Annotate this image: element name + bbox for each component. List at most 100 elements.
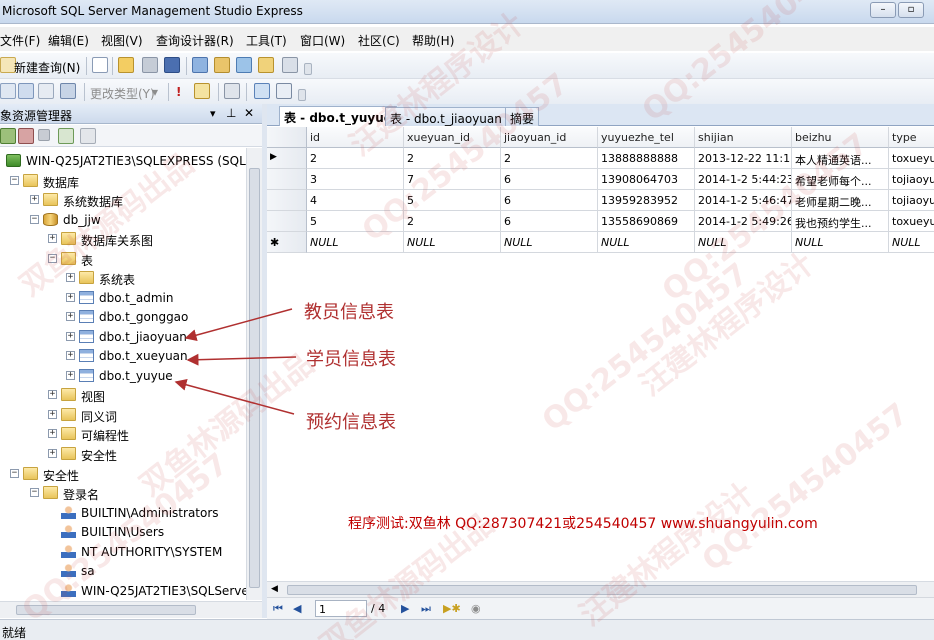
grid-cell-null[interactable]: NULL (598, 232, 695, 253)
grid-cell[interactable]: 3 (307, 169, 404, 190)
grid-cell-null[interactable]: NULL (501, 232, 598, 253)
sql-pane-icon[interactable] (38, 83, 54, 99)
chevron-down-icon[interactable]: ▾ (152, 85, 158, 99)
expand-icon[interactable]: + (66, 273, 75, 282)
grid-cell[interactable]: 6 (501, 211, 598, 232)
menu-view[interactable]: 视图(V) (101, 32, 143, 49)
grid-cell[interactable]: 13959283952 (598, 190, 695, 211)
column-header[interactable]: type (889, 127, 934, 148)
add-derived-table-icon[interactable] (276, 83, 292, 99)
properties-icon[interactable] (282, 57, 298, 73)
grid-cell[interactable]: 我也预约学生... (792, 211, 889, 232)
grid-cell[interactable]: 4 (307, 190, 404, 211)
verify-sql-icon[interactable] (194, 83, 210, 99)
new-file-icon[interactable] (92, 57, 108, 73)
execute-sql-icon[interactable]: ! (176, 85, 181, 99)
stop-icon[interactable]: ◉ (471, 602, 481, 615)
tab-yuyue[interactable]: 表 - dbo.t_yuyue (279, 106, 397, 126)
tab-jiaoyuan[interactable]: 表 - dbo.t_jiaoyuan (385, 107, 507, 126)
scrollbar-thumb[interactable] (249, 168, 260, 588)
open-folder-icon[interactable] (118, 57, 134, 73)
grid-cell[interactable]: 6 (501, 169, 598, 190)
first-record-icon[interactable]: ⏮ (273, 602, 283, 616)
grid-cell-null[interactable]: NULL (889, 232, 934, 253)
grid-cell[interactable]: 老师星期二晚... (792, 190, 889, 211)
restore-button[interactable]: ▫ (898, 2, 924, 18)
grid-cell[interactable]: 2 (501, 148, 598, 169)
filter-icon[interactable] (80, 128, 96, 144)
stop-icon[interactable] (38, 129, 50, 141)
scrollbar-thumb[interactable] (16, 605, 196, 615)
row-selector[interactable]: ▶ (267, 148, 307, 169)
menu-file[interactable]: 文件(F) (0, 32, 40, 49)
grid-cell[interactable]: 6 (501, 190, 598, 211)
column-header[interactable]: beizhu (792, 127, 889, 148)
add-table-icon[interactable] (254, 83, 270, 99)
toolbar-overflow-icon[interactable] (298, 89, 306, 101)
column-header[interactable]: id (307, 127, 404, 148)
row-selector[interactable] (267, 169, 307, 190)
scroll-left-icon[interactable]: ◀ (271, 584, 278, 594)
current-record-field[interactable]: 1 (315, 600, 367, 617)
expand-icon[interactable]: + (66, 351, 75, 360)
grid-cell[interactable]: 2014-1-2 5:46:47 (695, 190, 792, 211)
expand-icon[interactable]: + (66, 293, 75, 302)
expand-icon[interactable]: + (48, 449, 57, 458)
grid-cell[interactable]: tojiaoyu (889, 190, 934, 211)
object-explorer-vertical-scrollbar[interactable] (246, 148, 262, 600)
diagram-pane-icon[interactable] (0, 83, 16, 99)
row-selector[interactable] (267, 190, 307, 211)
grid-cell[interactable]: 2014-1-2 5:44:23 (695, 169, 792, 190)
registered-servers-icon[interactable] (214, 57, 230, 73)
grid-cell[interactable]: 7 (404, 169, 501, 190)
collapse-icon[interactable]: − (30, 488, 39, 497)
menu-query-designer[interactable]: 查询设计器(R) (156, 32, 234, 49)
grid-cell-null[interactable]: NULL (307, 232, 404, 253)
object-explorer-horizontal-scrollbar[interactable] (0, 601, 262, 618)
grid-cell[interactable]: 2014-1-2 5:49:26 (695, 211, 792, 232)
dropdown-icon[interactable]: ▾ (210, 107, 216, 120)
column-header[interactable]: yuyuezhe_tel (598, 127, 695, 148)
minimize-button[interactable]: – (870, 2, 896, 18)
last-record-icon[interactable]: ⏭ (421, 602, 431, 616)
grid-horizontal-scrollbar[interactable]: ◀ (267, 581, 934, 597)
toolbar-overflow-icon[interactable] (304, 63, 312, 75)
collapse-icon[interactable]: − (10, 469, 19, 478)
expand-icon[interactable]: + (48, 234, 57, 243)
menu-window[interactable]: 窗口(W) (300, 32, 345, 49)
grid-cell[interactable]: toxueyua (889, 211, 934, 232)
close-icon[interactable]: ✕ (244, 106, 254, 120)
scrollbar-thumb[interactable] (287, 585, 917, 595)
expand-icon[interactable]: + (48, 410, 57, 419)
menu-help[interactable]: 帮助(H) (412, 32, 454, 49)
expand-icon[interactable]: + (66, 371, 75, 380)
grid-cell[interactable]: tojiaoyu (889, 169, 934, 190)
menu-community[interactable]: 社区(C) (358, 32, 400, 49)
refresh-icon[interactable] (58, 128, 74, 144)
save-icon[interactable] (142, 57, 158, 73)
collapse-icon[interactable]: − (30, 215, 39, 224)
grid-cell[interactable]: 5 (307, 211, 404, 232)
disconnect-icon[interactable] (18, 128, 34, 144)
activity-monitor-icon[interactable] (192, 57, 208, 73)
menu-edit[interactable]: 编辑(E) (48, 32, 89, 49)
next-record-icon[interactable]: ▶ (401, 602, 409, 615)
grid-cell[interactable]: 希望老师每个... (792, 169, 889, 190)
expand-icon[interactable]: + (48, 390, 57, 399)
grid-cell[interactable]: 2 (307, 148, 404, 169)
row-selector[interactable] (267, 211, 307, 232)
grid-cell-null[interactable]: NULL (792, 232, 889, 253)
grid-cell[interactable]: 13558690869 (598, 211, 695, 232)
grid-cell[interactable]: 2 (404, 148, 501, 169)
column-header[interactable]: jiaoyuan_id (501, 127, 598, 148)
expand-icon[interactable]: + (48, 429, 57, 438)
change-type-dropdown[interactable]: 更改类型(Y) (90, 85, 155, 102)
new-record-icon[interactable]: ▶✱ (443, 602, 461, 615)
menu-tools[interactable]: 工具(T) (246, 32, 287, 49)
column-header[interactable]: xueyuan_id (404, 127, 501, 148)
grid-cell[interactable]: 5 (404, 190, 501, 211)
grid-cell[interactable]: 13908064703 (598, 169, 695, 190)
grid-cell-null[interactable]: NULL (404, 232, 501, 253)
collapse-icon[interactable]: − (48, 254, 57, 263)
template-explorer-icon[interactable] (258, 57, 274, 73)
